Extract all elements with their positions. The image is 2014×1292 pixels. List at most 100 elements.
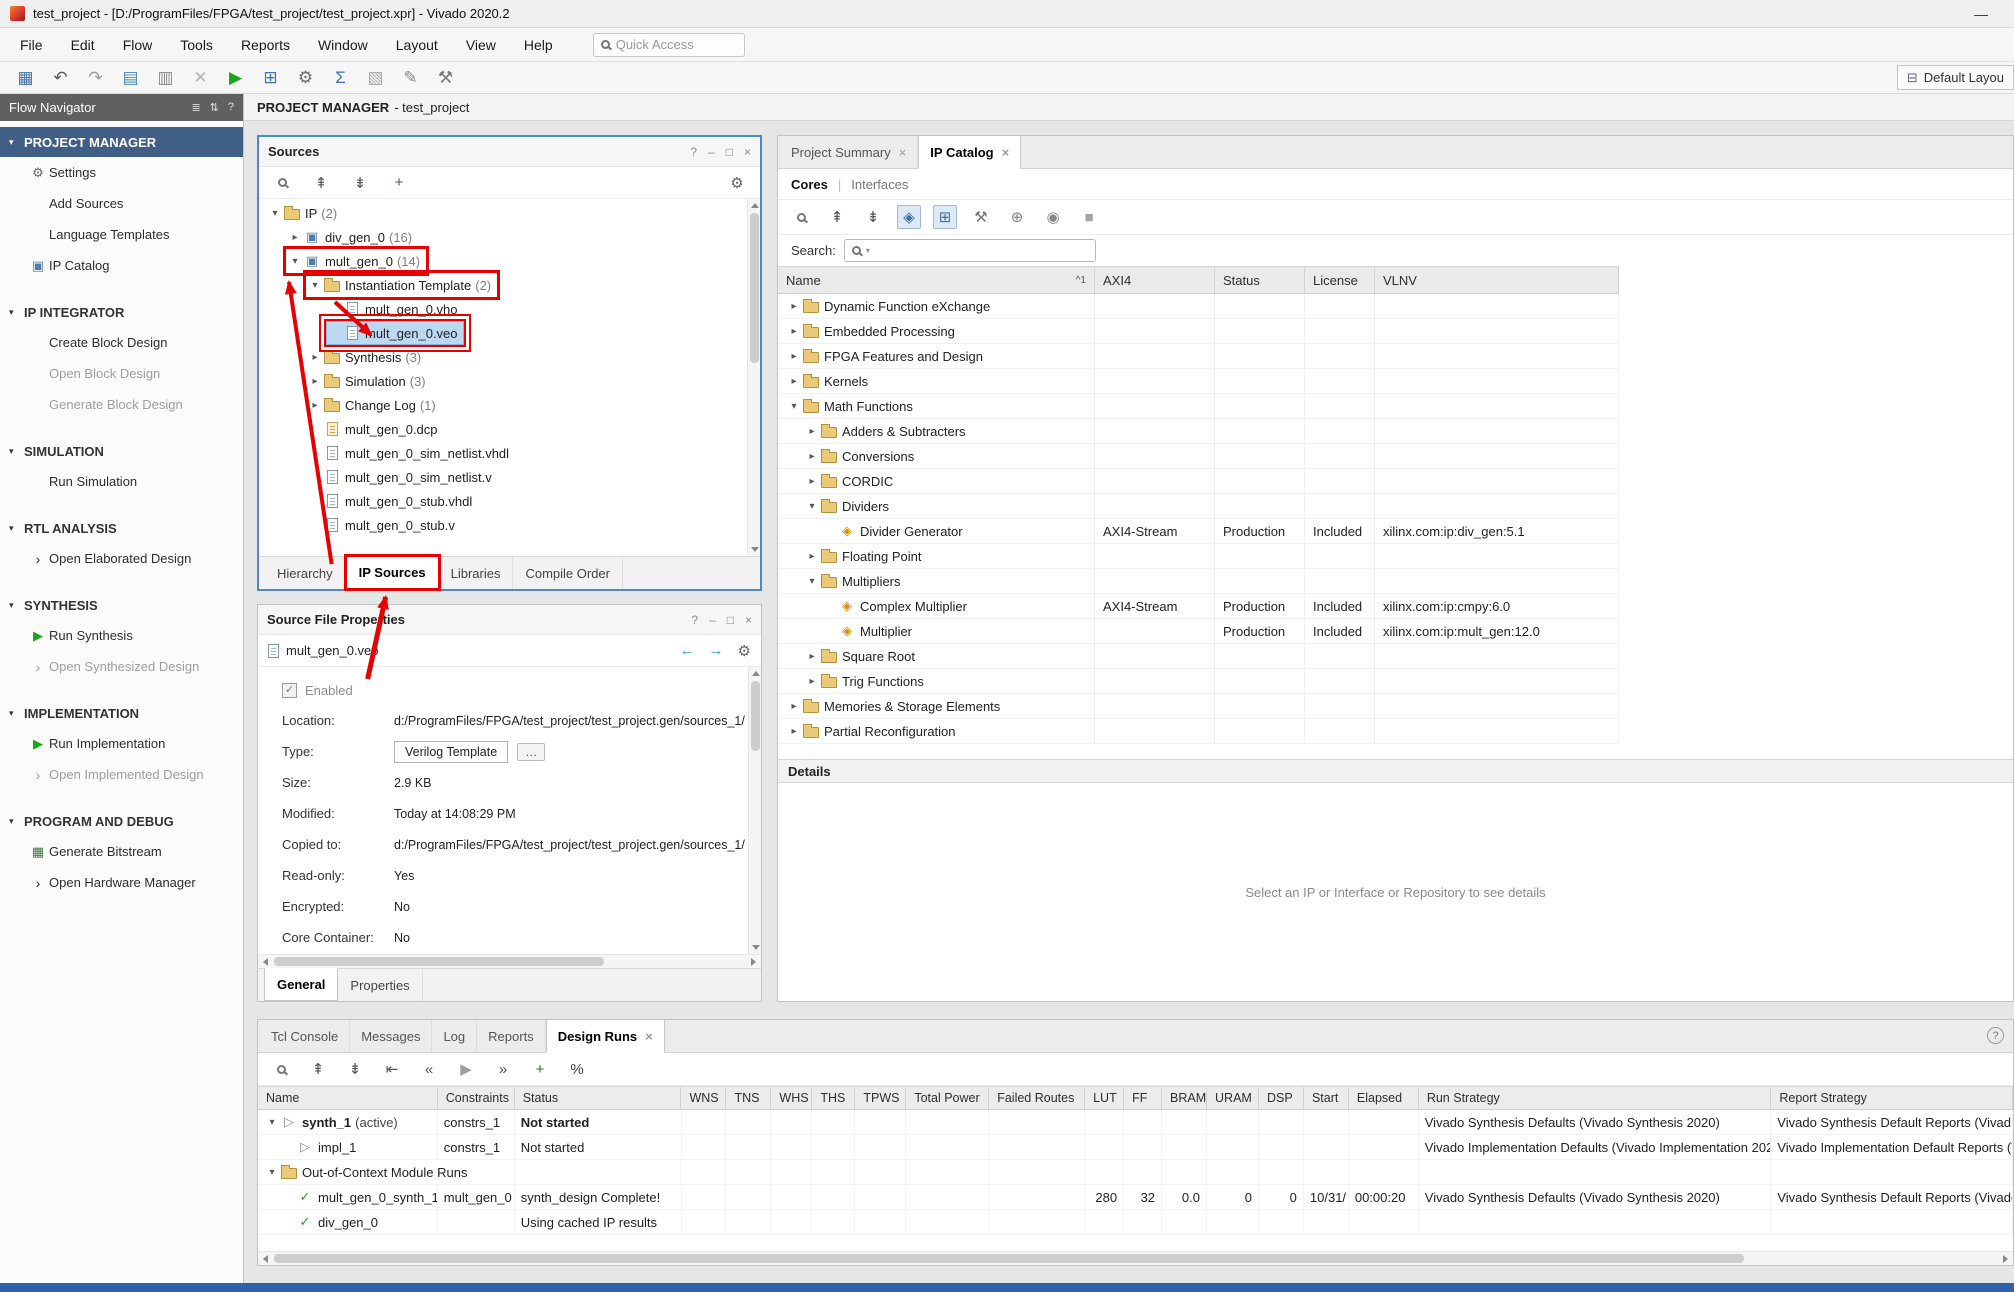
tree-item-change-log[interactable]: ▸Change Log(1) bbox=[259, 393, 760, 417]
group-by-category-icon[interactable]: ◈ bbox=[897, 205, 921, 229]
catalog-row-conversions[interactable]: ▸Conversions bbox=[778, 444, 1619, 469]
scroll-down-icon[interactable] bbox=[748, 544, 760, 556]
tree-item-ip[interactable]: ▾IP(2) bbox=[259, 201, 760, 225]
column-header-vlnv[interactable]: VLNV bbox=[1375, 267, 1619, 293]
runs-column-wns[interactable]: WNS bbox=[681, 1087, 726, 1109]
catalog-row-cordic[interactable]: ▸CORDIC bbox=[778, 469, 1619, 494]
settings-gear-icon[interactable]: ⚙ bbox=[288, 69, 323, 86]
console-tab-design-runs[interactable]: Design Runs× bbox=[546, 1020, 665, 1053]
sources-tab-ip-sources[interactable]: IP Sources bbox=[346, 556, 439, 589]
sources-tab-hierarchy[interactable]: Hierarchy bbox=[265, 557, 346, 589]
flownav-item-open-block-design[interactable]: Open Block Design bbox=[0, 358, 243, 389]
catalog-row-dynamic-function-exchange[interactable]: ▸Dynamic Function eXchange bbox=[778, 294, 1619, 319]
help-icon[interactable]: ? bbox=[691, 613, 698, 627]
relaunch-icon[interactable]: % bbox=[565, 1057, 589, 1081]
search-icon[interactable] bbox=[270, 171, 294, 195]
properties-tab-properties[interactable]: Properties bbox=[338, 969, 422, 1001]
sources-scrollbar[interactable] bbox=[747, 199, 760, 556]
console-tab-reports[interactable]: Reports bbox=[477, 1020, 546, 1052]
open-report-icon[interactable]: ▤ bbox=[113, 69, 148, 86]
run-row-synth-1[interactable]: ▾▷synth_1(active)constrs_1Not startedViv… bbox=[258, 1110, 2013, 1135]
expander-closed-icon[interactable]: ▸ bbox=[786, 326, 802, 337]
quick-access-search[interactable]: Quick Access bbox=[593, 33, 745, 57]
close-icon[interactable]: × bbox=[1002, 145, 1010, 160]
catalog-row-dividers[interactable]: ▾Dividers bbox=[778, 494, 1619, 519]
type-combo[interactable]: Verilog Template bbox=[394, 741, 508, 763]
expander-open-icon[interactable]: ▾ bbox=[264, 1167, 280, 1178]
stop-icon[interactable]: ■ bbox=[1077, 205, 1101, 229]
expander-closed-icon[interactable]: ▸ bbox=[786, 351, 802, 362]
catalog-subtab-cores[interactable]: Cores bbox=[791, 177, 828, 192]
close-icon[interactable]: × bbox=[645, 1029, 653, 1044]
flownav-item-open-elaborated-design[interactable]: ›Open Elaborated Design bbox=[0, 543, 243, 574]
layout-selector-button[interactable]: ⊟ Default Layou bbox=[1897, 65, 2014, 90]
flownav-item-add-sources[interactable]: Add Sources bbox=[0, 188, 243, 219]
maximize-icon[interactable]: □ bbox=[726, 145, 733, 159]
collapse-all-icon[interactable]: ⇞ bbox=[306, 1057, 330, 1081]
expander-closed-icon[interactable]: ▸ bbox=[804, 426, 820, 437]
tree-item-div-gen-0[interactable]: ▸▣div_gen_0(16) bbox=[259, 225, 760, 249]
runs-column-report-strategy[interactable]: Report Strategy bbox=[1771, 1087, 2013, 1109]
runs-column-ff[interactable]: FF bbox=[1124, 1087, 1162, 1109]
expand-all-icon[interactable]: ⇟ bbox=[861, 205, 885, 229]
maximize-icon[interactable]: □ bbox=[727, 613, 734, 627]
column-header-status[interactable]: Status bbox=[1215, 267, 1305, 293]
delete-icon[interactable]: ✕ bbox=[183, 69, 218, 86]
tree-item-instantiation-template[interactable]: ▾Instantiation Template(2) bbox=[259, 273, 760, 297]
flownav-item-generate-bitstream[interactable]: ▦Generate Bitstream bbox=[0, 836, 243, 867]
settings-gear-icon[interactable]: ⚙ bbox=[725, 171, 749, 195]
flownav-section-rtl-analysis[interactable]: ▾RTL ANALYSIS bbox=[0, 513, 243, 543]
tree-item-mult-gen-0-dcp[interactable]: mult_gen_0.dcp bbox=[259, 417, 760, 441]
catalog-row-complex-multiplier[interactable]: ◈Complex MultiplierAXI4-StreamProduction… bbox=[778, 594, 1619, 619]
close-icon[interactable]: × bbox=[745, 613, 752, 627]
menu-edit[interactable]: Edit bbox=[57, 30, 109, 60]
flownav-section-simulation[interactable]: ▾SIMULATION bbox=[0, 436, 243, 466]
settings-gear-icon[interactable]: ⚙ bbox=[738, 642, 751, 660]
runs-column-constraints[interactable]: Constraints bbox=[438, 1087, 515, 1109]
browse-button[interactable]: … bbox=[517, 743, 545, 761]
runs-column-run-strategy[interactable]: Run Strategy bbox=[1419, 1087, 1772, 1109]
expander-closed-icon[interactable]: ▸ bbox=[307, 400, 323, 411]
expand-all-icon[interactable]: ⇟ bbox=[348, 171, 372, 195]
expander-open-icon[interactable]: ▾ bbox=[804, 576, 820, 587]
flownav-item-create-block-design[interactable]: Create Block Design bbox=[0, 327, 243, 358]
flownav-section-implementation[interactable]: ▾IMPLEMENTATION bbox=[0, 698, 243, 728]
sources-tab-compile-order[interactable]: Compile Order bbox=[513, 557, 623, 589]
run-row-out-of-context-module-runs[interactable]: ▾Out-of-Context Module Runs bbox=[258, 1160, 2013, 1185]
minimize-icon[interactable]: – bbox=[708, 145, 715, 159]
flownav-item-run-simulation[interactable]: Run Simulation bbox=[0, 466, 243, 497]
customize-icon[interactable]: ⚒ bbox=[969, 205, 993, 229]
expander-open-icon[interactable]: ▾ bbox=[307, 280, 323, 291]
expander-closed-icon[interactable]: ▸ bbox=[804, 451, 820, 462]
runs-column-lut[interactable]: LUT bbox=[1085, 1087, 1124, 1109]
console-tab-messages[interactable]: Messages bbox=[350, 1020, 432, 1052]
runs-column-start[interactable]: Start bbox=[1304, 1087, 1349, 1109]
runs-column-ths[interactable]: THS bbox=[812, 1087, 855, 1109]
menu-flow[interactable]: Flow bbox=[109, 30, 167, 60]
catalog-row-embedded-processing[interactable]: ▸Embedded Processing bbox=[778, 319, 1619, 344]
expander-closed-icon[interactable]: ▸ bbox=[804, 651, 820, 662]
scroll-left-icon[interactable] bbox=[258, 955, 272, 969]
report-sigma-icon[interactable]: Σ bbox=[323, 69, 358, 86]
tree-item-mult-gen-0-sim-netlist-vhdl[interactable]: mult_gen_0_sim_netlist.vhdl bbox=[259, 441, 760, 465]
dock-icon[interactable]: ≣ bbox=[191, 101, 200, 114]
collapse-all-icon[interactable]: ⇞ bbox=[825, 205, 849, 229]
column-header-name[interactable]: Name^1 bbox=[778, 267, 1095, 293]
expander-closed-icon[interactable]: ▸ bbox=[786, 726, 802, 737]
expander-open-icon[interactable]: ▾ bbox=[264, 1117, 280, 1128]
flownav-section-synthesis[interactable]: ▾SYNTHESIS bbox=[0, 590, 243, 620]
runs-column-elapsed[interactable]: Elapsed bbox=[1349, 1087, 1419, 1109]
flownav-item-generate-block-design[interactable]: Generate Block Design bbox=[0, 389, 243, 420]
catalog-row-math-functions[interactable]: ▾Math Functions bbox=[778, 394, 1619, 419]
flownav-item-open-hardware-manager[interactable]: ›Open Hardware Manager bbox=[0, 867, 243, 898]
step-forward-icon[interactable]: » bbox=[491, 1057, 515, 1081]
close-icon[interactable]: × bbox=[744, 145, 751, 159]
flownav-item-open-implemented-design[interactable]: ›Open Implemented Design bbox=[0, 759, 243, 790]
expander-closed-icon[interactable]: ▸ bbox=[786, 301, 802, 312]
catalog-search-input[interactable]: ▾ bbox=[844, 239, 1096, 262]
expander-open-icon[interactable]: ▾ bbox=[804, 501, 820, 512]
console-tab-tcl-console[interactable]: Tcl Console bbox=[260, 1020, 350, 1052]
minimize-button[interactable]: — bbox=[1958, 6, 2004, 22]
runs-column-failed-routes[interactable]: Failed Routes bbox=[989, 1087, 1085, 1109]
runs-column-tpws[interactable]: TPWS bbox=[855, 1087, 906, 1109]
